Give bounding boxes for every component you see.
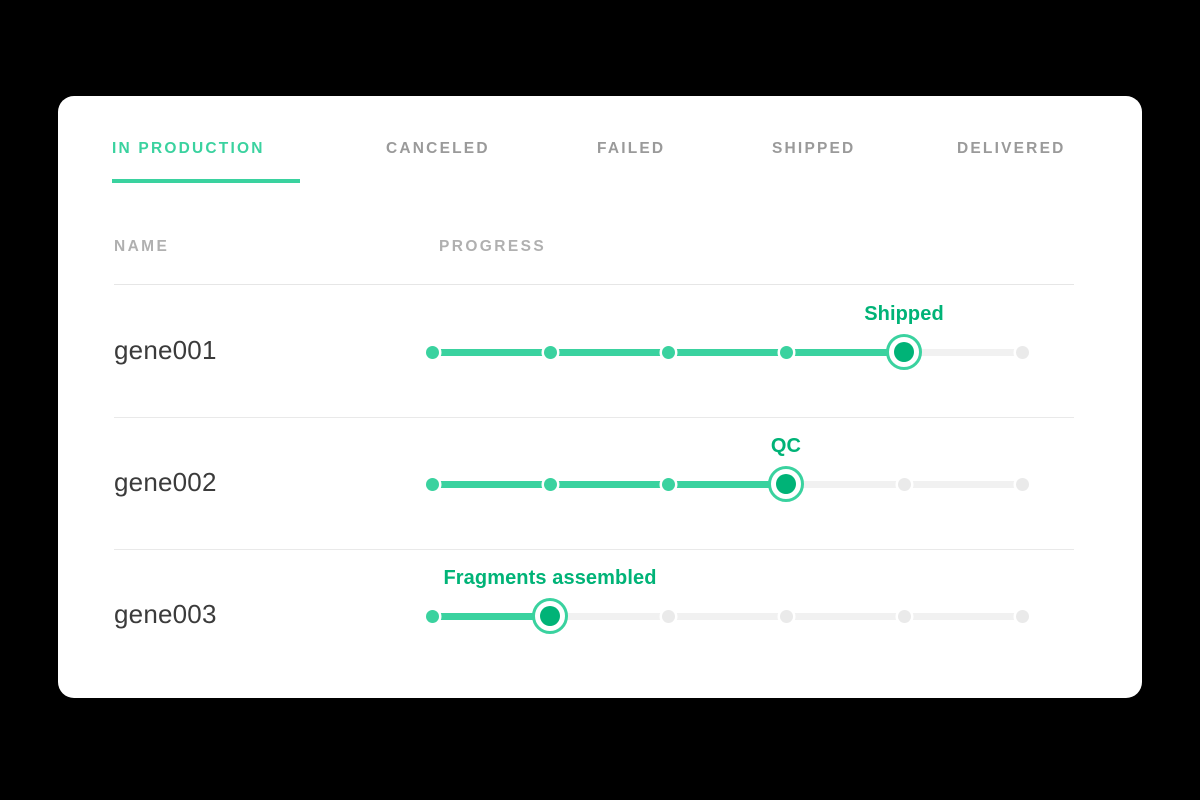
tab-failed[interactable]: FAILED xyxy=(597,140,665,158)
current-stage-label: Fragments assembled xyxy=(443,567,656,590)
progress-track[interactable]: Fragments assembled xyxy=(432,609,1022,623)
progress-current-marker[interactable] xyxy=(532,598,568,634)
current-stage-label: Shipped xyxy=(864,303,944,326)
row-divider xyxy=(114,417,1074,418)
row-name-label: gene003 xyxy=(114,599,217,630)
progress-current-marker[interactable] xyxy=(768,466,804,502)
progress-step-dot-completed[interactable] xyxy=(780,346,793,359)
row-name-label: gene002 xyxy=(114,467,217,498)
progress-step-dot-pending[interactable] xyxy=(1016,610,1029,623)
tab-shipped[interactable]: SHIPPED xyxy=(772,140,855,158)
table-row[interactable]: gene003 Fragments assembled xyxy=(58,549,1142,681)
progress-step-dot-completed[interactable] xyxy=(426,478,439,491)
progress-step-dot-pending[interactable] xyxy=(1016,478,1029,491)
status-tab-bar: IN PRODUCTION CANCELED FAILED SHIPPED DE… xyxy=(58,96,1142,188)
active-tab-underline xyxy=(112,179,300,183)
progress-step-dot-pending[interactable] xyxy=(898,478,911,491)
progress-step-dot-pending[interactable] xyxy=(1016,346,1029,359)
progress-step-dot-pending[interactable] xyxy=(662,610,675,623)
tab-in-production[interactable]: IN PRODUCTION xyxy=(112,140,265,158)
progress-step-dot-pending[interactable] xyxy=(780,610,793,623)
progress-current-marker[interactable] xyxy=(886,334,922,370)
progress-step-dot-completed[interactable] xyxy=(426,610,439,623)
current-stage-label: QC xyxy=(771,435,801,458)
table-row[interactable]: gene002 QC xyxy=(58,417,1142,549)
row-divider xyxy=(114,549,1074,550)
progress-step-dot-completed[interactable] xyxy=(544,478,557,491)
progress-step-dot-completed[interactable] xyxy=(662,478,675,491)
production-card: IN PRODUCTION CANCELED FAILED SHIPPED DE… xyxy=(58,96,1142,698)
progress-step-dot-pending[interactable] xyxy=(898,610,911,623)
column-header-progress: PROGRESS xyxy=(439,238,546,256)
page-stage: IN PRODUCTION CANCELED FAILED SHIPPED DE… xyxy=(0,0,1200,800)
progress-track[interactable]: Shipped xyxy=(432,345,1022,359)
tab-canceled[interactable]: CANCELED xyxy=(386,140,490,158)
progress-track[interactable]: QC xyxy=(432,477,1022,491)
column-header-name: NAME xyxy=(114,238,169,256)
table-row[interactable]: gene001 Shipped xyxy=(58,285,1142,417)
row-name-label: gene001 xyxy=(114,335,217,366)
tab-delivered[interactable]: DELIVERED xyxy=(957,140,1066,158)
progress-step-dot-completed[interactable] xyxy=(544,346,557,359)
progress-track-fill xyxy=(432,481,786,488)
progress-step-dot-completed[interactable] xyxy=(662,346,675,359)
progress-step-dot-completed[interactable] xyxy=(426,346,439,359)
